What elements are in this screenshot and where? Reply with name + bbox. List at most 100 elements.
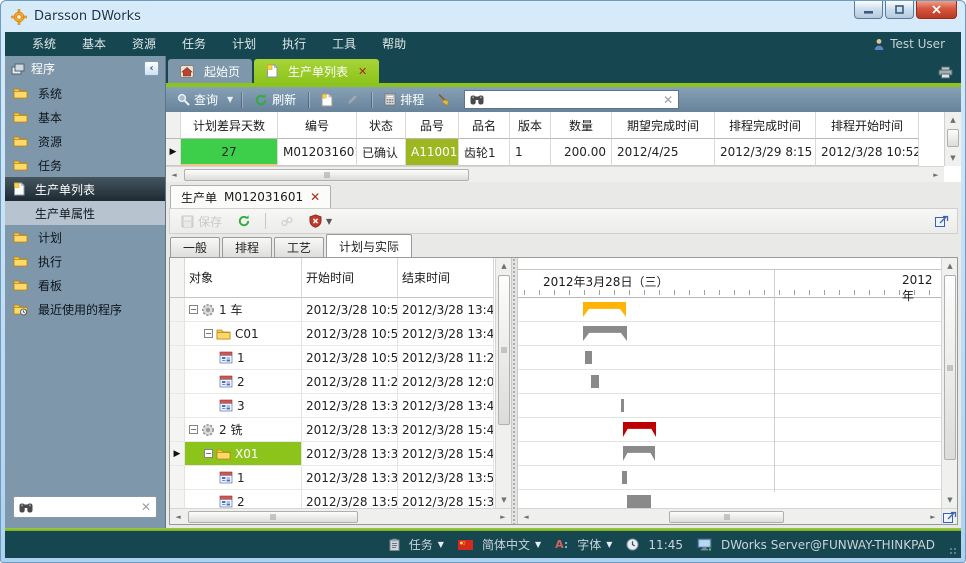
- tree-cell-end[interactable]: 2012/3/28 13:40: [398, 394, 494, 418]
- sidebar-search-input[interactable]: [38, 500, 136, 514]
- orders-cell-5[interactable]: 1: [510, 139, 551, 166]
- query-button[interactable]: 查询: [173, 90, 222, 109]
- menu-item-2[interactable]: 资源: [119, 32, 169, 56]
- sidebar-search-clear-icon[interactable]: ✕: [141, 500, 151, 514]
- tree-cell-end[interactable]: 2012/3/28 13:40: [398, 322, 494, 346]
- tree-cell-start[interactable]: 2012/3/28 10:52: [302, 346, 398, 370]
- menu-item-1[interactable]: 基本: [69, 32, 119, 56]
- edit-button[interactable]: [342, 92, 363, 107]
- orders-cell-4[interactable]: 齿轮1: [459, 139, 510, 166]
- tree-cell-object[interactable]: 1: [185, 466, 302, 490]
- orders-cell-9[interactable]: 2012/3/28 10:52: [816, 139, 919, 166]
- sidebar-item-5[interactable]: 生产单属性: [5, 201, 165, 225]
- gantt-bar-1[interactable]: [583, 326, 627, 341]
- menu-item-5[interactable]: 执行: [269, 32, 319, 56]
- menu-item-7[interactable]: 帮助: [369, 32, 419, 56]
- sidebar-item-6[interactable]: 计划: [5, 225, 165, 249]
- tree-cell-start[interactable]: 2012/3/28 11:22: [302, 370, 398, 394]
- tree-horizontal-scrollbar[interactable]: ◄ ►: [170, 508, 511, 524]
- maximize-button[interactable]: [885, 1, 914, 19]
- sidebar-item-8[interactable]: 看板: [5, 273, 165, 297]
- new-order-button[interactable]: [317, 92, 337, 108]
- gantt-bar-2[interactable]: [585, 351, 592, 364]
- status-item-1[interactable]: 简体中文▼: [454, 536, 545, 553]
- tree-cell-start[interactable]: 2012/3/28 10:52: [302, 298, 398, 322]
- sidebar-collapse-button[interactable]: ‹: [144, 61, 159, 76]
- orders-cell-3[interactable]: A11001: [406, 139, 459, 166]
- status-item-4[interactable]: DWorks Server@FUNWAY-THINKPAD: [693, 538, 939, 552]
- expand-box-icon[interactable]: −: [189, 425, 198, 434]
- orders-cell-1[interactable]: M012031601: [278, 139, 357, 166]
- tree-cell-end[interactable]: 2012/3/28 11:22: [398, 346, 494, 370]
- detail-tab-close-icon[interactable]: ✕: [310, 190, 320, 204]
- dropdown-caret-icon[interactable]: ▼: [606, 540, 612, 549]
- tree-cell-end[interactable]: 2012/3/28 13:50: [398, 466, 494, 490]
- tab-close-icon[interactable]: ✕: [358, 65, 367, 78]
- status-item-3[interactable]: 11:45: [622, 538, 687, 552]
- tree-row-3[interactable]: 22012/3/28 11:222012/3/28 12:00: [170, 370, 495, 394]
- sidebar-item-2[interactable]: 资源: [5, 129, 165, 153]
- sidebar-item-1[interactable]: 基本: [5, 105, 165, 129]
- close-button[interactable]: [916, 1, 957, 19]
- expand-box-icon[interactable]: −: [189, 305, 198, 314]
- orders-header-5[interactable]: 版本: [510, 112, 551, 139]
- tree-cell-end[interactable]: 2012/3/28 15:40: [398, 418, 494, 442]
- validate-button[interactable]: ▼: [305, 213, 336, 229]
- minimize-button[interactable]: [854, 1, 883, 19]
- tree-cell-end[interactable]: 2012/3/28 12:00: [398, 370, 494, 394]
- status-item-2[interactable]: A:字体▼: [551, 536, 616, 553]
- menu-item-4[interactable]: 计划: [219, 32, 269, 56]
- orders-vertical-scrollbar[interactable]: ▲ ▼: [944, 112, 961, 166]
- orders-header-9[interactable]: 排程开始时间: [816, 112, 919, 139]
- tree-row-5[interactable]: −2 铣2012/3/28 13:302012/3/28 15:40: [170, 418, 495, 442]
- tree-row-4[interactable]: 32012/3/28 13:302012/3/28 13:40: [170, 394, 495, 418]
- orders-header-2[interactable]: 状态: [357, 112, 406, 139]
- tree-cell-start[interactable]: 2012/3/28 13:50: [302, 490, 398, 508]
- gantt-bar-3[interactable]: [591, 375, 599, 388]
- sidebar-item-4[interactable]: 生产单列表: [5, 177, 165, 201]
- tree-cell-object[interactable]: −1 车: [185, 298, 302, 322]
- sidebar-item-0[interactable]: 系统: [5, 81, 165, 105]
- subtab-1[interactable]: 排程: [222, 237, 272, 257]
- expand-box-icon[interactable]: −: [204, 449, 213, 458]
- tree-cell-object[interactable]: −X01: [185, 442, 302, 466]
- tree-row-1[interactable]: −C012012/3/28 10:522012/3/28 13:40: [170, 322, 495, 346]
- gantt-horizontal-scrollbar[interactable]: ◄ ►: [518, 508, 941, 524]
- gantt-bar-4[interactable]: [621, 399, 624, 412]
- orders-header-0[interactable]: 计划差异天数: [181, 112, 278, 139]
- tree-cell-object[interactable]: −C01: [185, 322, 302, 346]
- tree-cell-start[interactable]: 2012/3/28 10:52: [302, 322, 398, 346]
- tree-row-7[interactable]: 12012/3/28 13:302012/3/28 13:50: [170, 466, 495, 490]
- menu-item-0[interactable]: 系统: [19, 32, 69, 56]
- dropdown-caret-icon[interactable]: ▼: [535, 540, 541, 549]
- menu-item-6[interactable]: 工具: [319, 32, 369, 56]
- resize-grip[interactable]: [949, 547, 957, 555]
- user-badge[interactable]: Test User: [873, 37, 961, 51]
- popout-icon[interactable]: [934, 213, 949, 228]
- tree-row-2[interactable]: 12012/3/28 10:522012/3/28 11:22: [170, 346, 495, 370]
- orders-cell-6[interactable]: 200.00: [551, 139, 612, 166]
- orders-header-1[interactable]: 编号: [278, 112, 357, 139]
- tree-header-2[interactable]: 结束时间: [398, 258, 494, 298]
- doc-tab-0[interactable]: 起始页: [168, 59, 252, 83]
- order-detail-tab[interactable]: 生产单 M012031601 ✕: [170, 185, 331, 208]
- orders-header-8[interactable]: 排程完成时间: [715, 112, 816, 139]
- gantt-bar-8[interactable]: [627, 495, 651, 508]
- tree-cell-start[interactable]: 2012/3/28 13:30: [302, 394, 398, 418]
- expand-box-icon[interactable]: −: [204, 329, 213, 338]
- toolbar-search-input[interactable]: [489, 93, 658, 107]
- tree-header-0[interactable]: 对象: [185, 258, 302, 298]
- link-button[interactable]: [276, 214, 298, 229]
- save-button[interactable]: 保存: [177, 212, 226, 231]
- printer-icon[interactable]: [938, 66, 953, 79]
- splitter-handle[interactable]: [511, 258, 518, 524]
- tree-cell-start[interactable]: 2012/3/28 13:30: [302, 418, 398, 442]
- dropdown-caret-icon[interactable]: ▼: [438, 540, 444, 549]
- tree-cell-end[interactable]: 2012/3/28 15:40: [398, 442, 494, 466]
- clean-button[interactable]: [433, 92, 455, 107]
- tree-cell-object[interactable]: −2 铣: [185, 418, 302, 442]
- sidebar-item-7[interactable]: 执行: [5, 249, 165, 273]
- gantt-vertical-scrollbar[interactable]: ▲ ▼: [941, 258, 957, 508]
- doc-tab-1[interactable]: 生产单列表✕: [254, 59, 379, 83]
- detail-refresh-button[interactable]: [233, 213, 255, 229]
